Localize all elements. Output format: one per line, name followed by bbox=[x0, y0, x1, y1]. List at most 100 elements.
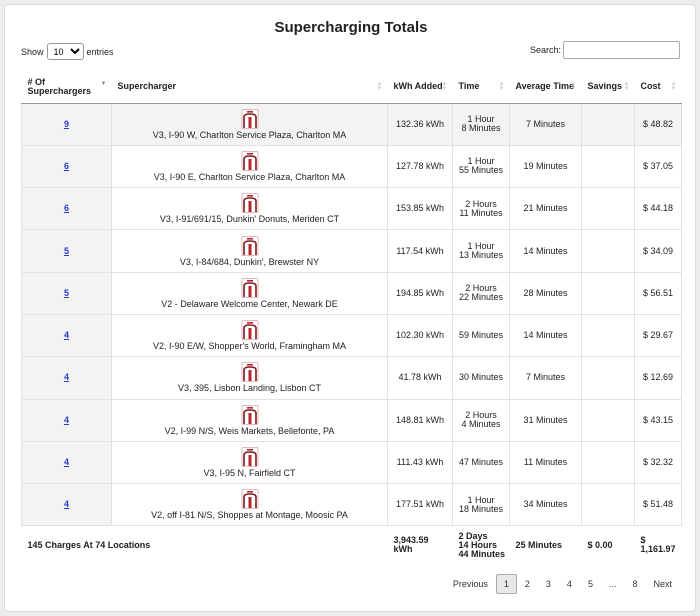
pagination-ellipsis: ... bbox=[608, 579, 617, 589]
entries-select[interactable]: 10 bbox=[46, 43, 84, 60]
page-title: Supercharging Totals bbox=[274, 19, 428, 36]
time-line: 59 Minutes bbox=[458, 330, 504, 341]
tesla-supercharger-icon bbox=[241, 235, 258, 256]
time-cell: 2 Hours 4 Minutes bbox=[452, 398, 510, 442]
savings-cell bbox=[581, 103, 635, 146]
time-line: 30 Minutes bbox=[458, 372, 504, 383]
time-line: 4 Minutes bbox=[461, 419, 501, 430]
col-header-time[interactable]: Time ▲ ▼ bbox=[452, 71, 510, 104]
sort-desc-icon: ▼ bbox=[100, 81, 107, 87]
time-cell: 2 Hours 11 Minutes bbox=[452, 187, 510, 231]
tesla-supercharger-icon bbox=[241, 108, 258, 129]
cost-cell: $ 37.05 bbox=[634, 144, 682, 189]
entries-label: entries bbox=[86, 46, 114, 57]
supercharger-count-cell: 4 bbox=[21, 398, 112, 442]
supercharger-count-link[interactable]: 4 bbox=[64, 415, 69, 425]
kwh-cell: 41.78 kWh bbox=[387, 356, 453, 400]
supercharger-count-cell: 4 bbox=[21, 483, 112, 527]
time-cell: 1 Hour 55 Minutes bbox=[452, 144, 510, 189]
col-header-savings[interactable]: Savings ▲ ▼ bbox=[581, 71, 635, 104]
supercharger-count-cell: 4 bbox=[21, 356, 112, 400]
supercharger-name: V3, I-91/691/15, Dunkin' Donuts, Meriden… bbox=[159, 214, 340, 225]
kwh-cell: 117.54 kWh bbox=[387, 229, 453, 273]
supercharger-cell: V3, 395, Lisbon Landing, Lisbon CT bbox=[111, 356, 388, 400]
supercharger-count-link[interactable]: 4 bbox=[64, 457, 69, 467]
supercharger-count-link[interactable]: 9 bbox=[64, 119, 69, 129]
page-button[interactable]: 2 bbox=[517, 575, 538, 593]
kwh-cell: 132.36 kWh bbox=[387, 103, 453, 146]
time-cell: 30 Minutes bbox=[452, 356, 510, 400]
cost-cell: $ 48.82 bbox=[634, 103, 682, 146]
supercharger-name: V3, I-95 N, Fairfield CT bbox=[203, 468, 296, 479]
supercharger-count-cell: 5 bbox=[21, 229, 112, 273]
supercharger-count-cell: 5 bbox=[21, 271, 112, 315]
supercharger-name: V2, I-90 E/W, Shopper's World, Framingha… bbox=[152, 341, 347, 352]
supercharger-count-link[interactable]: 4 bbox=[64, 499, 69, 509]
average-time-cell: 14 Minutes bbox=[509, 229, 582, 273]
tesla-supercharger-icon bbox=[241, 362, 258, 383]
cost-cell: $ 43.15 bbox=[634, 398, 682, 442]
supercharging-panel: Supercharging Totals Show 10 entries Sea… bbox=[4, 4, 696, 612]
kwh-cell: 127.78 kWh bbox=[387, 144, 453, 189]
time-line: 13 Minutes bbox=[458, 250, 504, 261]
tesla-supercharger-icon bbox=[241, 489, 258, 510]
cost-cell: $ 29.67 bbox=[634, 313, 682, 358]
show-label: Show bbox=[21, 46, 44, 57]
supercharger-count-link[interactable]: 4 bbox=[64, 372, 69, 382]
supercharger-count-link[interactable]: 5 bbox=[64, 288, 69, 298]
table-row: 4 V3, I-95 N, Fairfield CT 111.43 kWh 47… bbox=[21, 440, 682, 485]
search-input[interactable] bbox=[563, 41, 680, 59]
time-cell: 1 Hour 13 Minutes bbox=[452, 229, 510, 273]
col-header-cost[interactable]: Cost ▲ ▼ bbox=[634, 71, 682, 104]
sort-icon: ▲ ▼ bbox=[623, 81, 630, 92]
table-row: 4 V2, I-90 E/W, Shopper's World, Framing… bbox=[21, 313, 682, 358]
table-row: 4 V2, off I-81 N/S, Shoppes at Montage, … bbox=[21, 483, 682, 527]
table-row: 6 V3, I-91/691/15, Dunkin' Donuts, Merid… bbox=[21, 187, 682, 231]
supercharger-name: V3, I-90 W, Charlton Service Plaza, Char… bbox=[152, 129, 347, 140]
col-header-supercharger[interactable]: Supercharger ▲ ▼ bbox=[111, 71, 388, 104]
average-time-cell: 11 Minutes bbox=[509, 440, 582, 485]
totals-savings: $ 0.00 bbox=[581, 525, 635, 564]
time-line: 11 Minutes bbox=[459, 207, 503, 218]
entries-length-control: Show 10 entries bbox=[21, 43, 114, 60]
previous-button[interactable]: Previous bbox=[445, 575, 496, 593]
pagination: Previous 1 2 3 4 5 ... 8 Next bbox=[445, 574, 680, 594]
supercharger-name: V2, off I-81 N/S, Shoppes at Montage, Mo… bbox=[151, 510, 348, 521]
supercharger-cell: V2 - Delaware Welcome Center, Newark DE bbox=[111, 271, 388, 315]
table-body: 9 V3, I-90 W, Charlton Service Plaza, Ch… bbox=[21, 103, 682, 527]
table-row: 6 V3, I-90 E, Charlton Service Plaza, Ch… bbox=[21, 144, 682, 189]
cost-cell: $ 51.48 bbox=[634, 483, 682, 527]
time-cell: 59 Minutes bbox=[452, 313, 510, 358]
col-header-average-time[interactable]: Average Time ▲ ▼ bbox=[509, 71, 582, 104]
page-button[interactable]: 8 bbox=[624, 575, 645, 593]
average-time-cell: 7 Minutes bbox=[509, 356, 582, 400]
supercharger-count-link[interactable]: 5 bbox=[64, 246, 69, 256]
totals-cost: $ 1,161.97 bbox=[634, 525, 682, 564]
supercharger-name: V3, I-84/684, Dunkin', Brewster NY bbox=[179, 256, 320, 267]
col-header-count[interactable]: # Of Superchargers ▼ bbox=[21, 71, 112, 104]
supercharger-count-link[interactable]: 4 bbox=[64, 330, 69, 340]
tesla-supercharger-icon bbox=[241, 447, 258, 467]
time-line: 22 Minutes bbox=[458, 292, 504, 303]
page-button[interactable]: 4 bbox=[559, 575, 580, 593]
supercharger-cell: V3, I-95 N, Fairfield CT bbox=[111, 440, 388, 485]
kwh-cell: 148.81 kWh bbox=[387, 398, 453, 442]
savings-cell bbox=[581, 440, 635, 485]
next-button[interactable]: Next bbox=[645, 575, 680, 593]
average-time-cell: 21 Minutes bbox=[509, 187, 582, 231]
search-control: Search: bbox=[530, 41, 680, 59]
supercharger-cell: V2, off I-81 N/S, Shoppes at Montage, Mo… bbox=[111, 483, 388, 527]
page-button[interactable]: 5 bbox=[580, 575, 601, 593]
supercharging-table: # Of Superchargers ▼ Supercharger ▲ ▼ kWh A… bbox=[21, 71, 682, 564]
sort-icon: ▲ ▼ bbox=[570, 81, 577, 92]
supercharger-count-cell: 9 bbox=[21, 103, 112, 146]
savings-cell bbox=[581, 144, 635, 189]
page-button-current[interactable]: 1 bbox=[495, 574, 517, 594]
supercharger-count-link[interactable]: 6 bbox=[64, 161, 69, 171]
col-header-kwh[interactable]: kWh Added ▲ ▼ bbox=[387, 71, 453, 104]
supercharger-count-link[interactable]: 6 bbox=[64, 203, 69, 213]
supercharger-cell: V3, I-84/684, Dunkin', Brewster NY bbox=[111, 229, 388, 273]
average-time-cell: 14 Minutes bbox=[509, 313, 582, 358]
average-time-cell: 28 Minutes bbox=[509, 271, 582, 315]
page-button[interactable]: 3 bbox=[538, 575, 559, 593]
